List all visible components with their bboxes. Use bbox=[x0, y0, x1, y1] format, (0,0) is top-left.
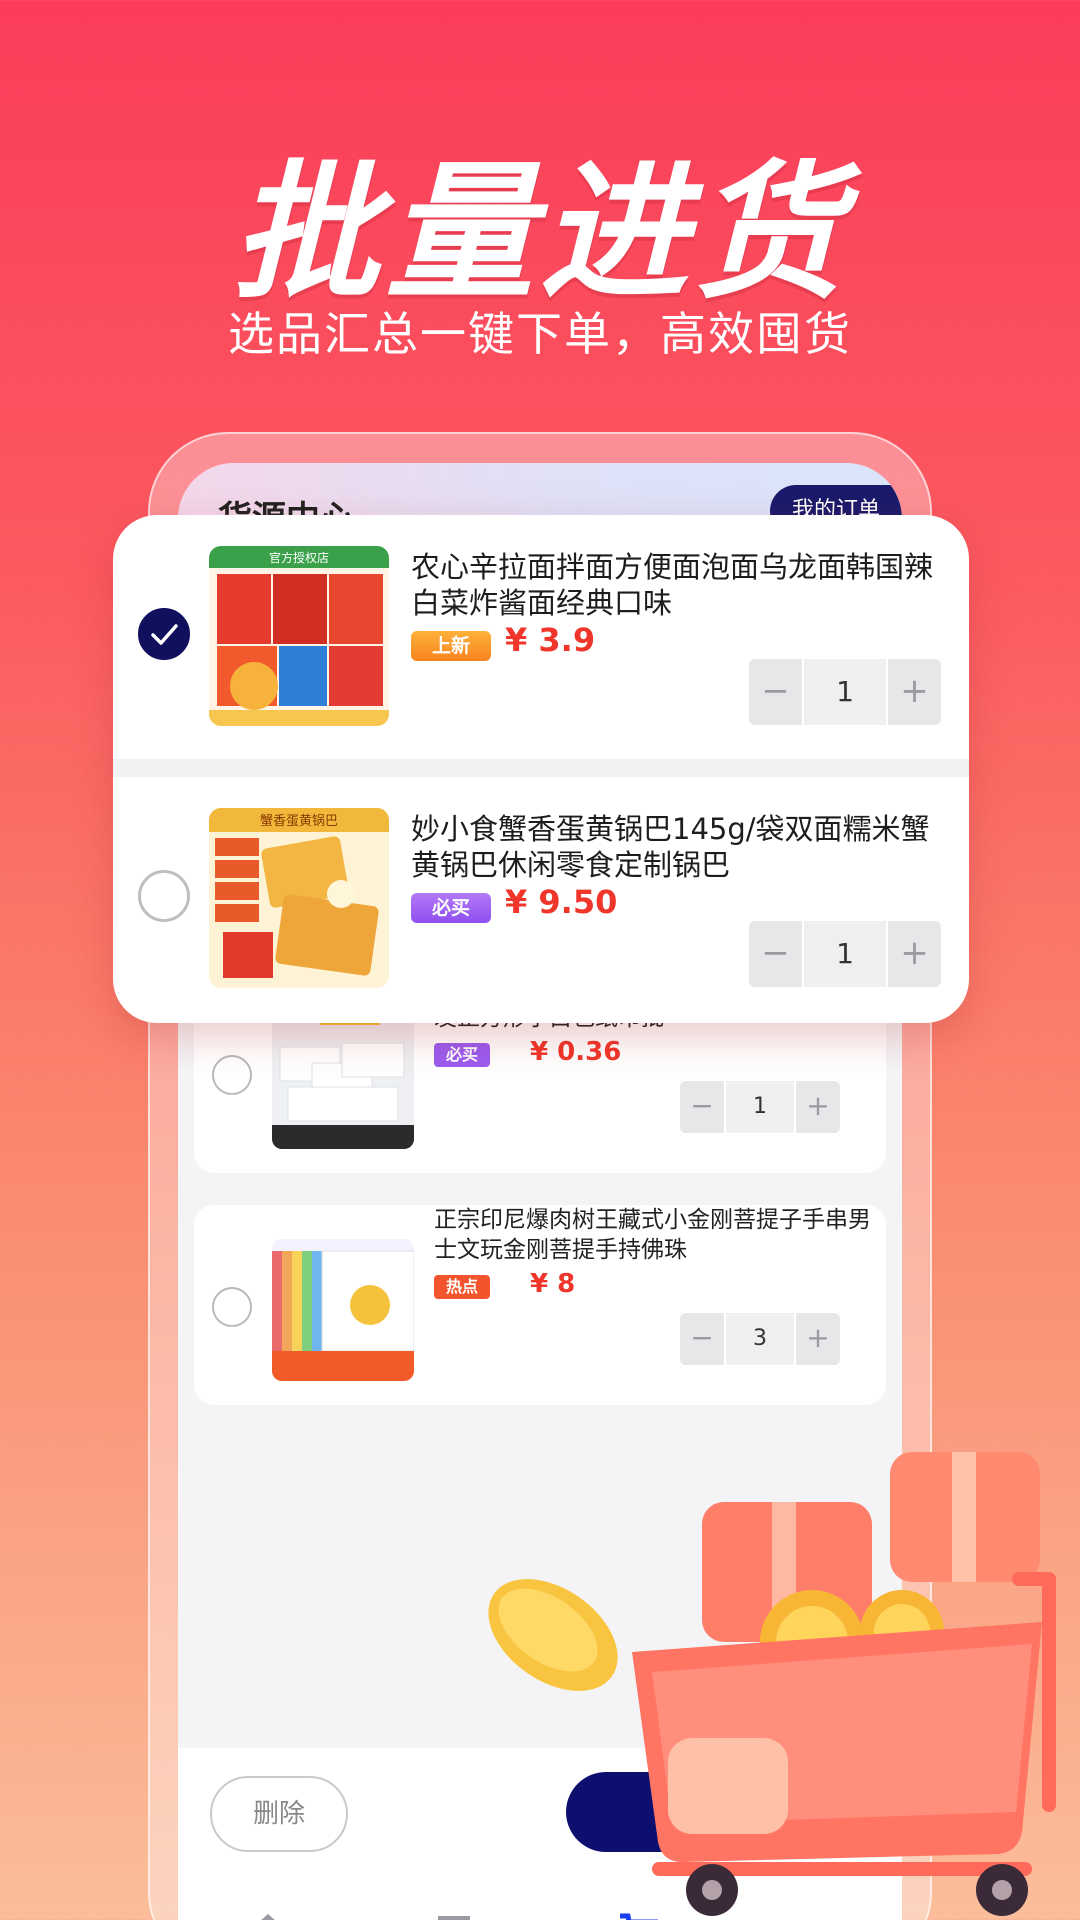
plus-button[interactable]: + bbox=[796, 1081, 840, 1133]
promo-headline: 批量进货 bbox=[232, 147, 848, 319]
cart-item[interactable]: 官方授权店 农心辛拉面拌面方便面泡面乌龙面韩国辣白菜炸酱面经典口味 上新 ¥ 3… bbox=[113, 515, 969, 759]
product-title: 正宗印尼爆肉树王藏式小金刚菩提子手串男士文玩金刚菩提手持佛珠 bbox=[434, 1207, 871, 1263]
quantity-value[interactable]: 1 bbox=[804, 659, 886, 725]
quantity-value[interactable]: 1 bbox=[804, 921, 886, 987]
product-image-tissue[interactable] bbox=[272, 1007, 414, 1149]
guoba-banner-text: 蟹香蛋黄锅巴 bbox=[260, 813, 338, 829]
quantity-value[interactable]: 3 bbox=[726, 1313, 794, 1365]
shopping-cart-gifts-icon bbox=[632, 1452, 1056, 1916]
featured-cart-card: 官方授权店 农心辛拉面拌面方便面泡面乌龙面韩国辣白菜炸酱面经典口味 上新 ¥ 3… bbox=[113, 515, 969, 1023]
tag-badge-must-buy: 必买 bbox=[411, 893, 491, 923]
plus-button[interactable]: + bbox=[796, 1313, 840, 1365]
product-title: 妙小食蟹香蛋黄锅巴145g/袋双面糯米蟹黄锅巴休闲零食定制锅巴 bbox=[411, 812, 930, 882]
select-radio[interactable] bbox=[212, 1287, 252, 1327]
gold-coin-icon bbox=[488, 1579, 618, 1691]
delete-button[interactable]: 删除 bbox=[210, 1776, 348, 1852]
product-price: ¥ 3.9 bbox=[505, 621, 596, 659]
quantity-stepper: − 1 + bbox=[680, 1081, 840, 1133]
product-price: ¥ 8 bbox=[530, 1269, 576, 1299]
home-icon[interactable] bbox=[246, 1910, 290, 1920]
divider bbox=[113, 759, 969, 777]
product-title: 农心辛拉面拌面方便面泡面乌龙面韩国辣白菜炸酱面经典口味 bbox=[411, 550, 934, 620]
product-price: ¥ 0.36 bbox=[530, 1037, 622, 1067]
check-icon bbox=[151, 624, 178, 645]
tag-badge: 热点 bbox=[434, 1275, 491, 1299]
tag-badge: 必买 bbox=[434, 1043, 491, 1067]
list-item[interactable]: 正宗印尼爆肉树王藏式小金刚菩提子手串男士文玩金刚菩提手持佛珠 热点 ¥ 8 − … bbox=[194, 1205, 886, 1405]
select-radio[interactable] bbox=[212, 1055, 252, 1095]
select-radio-checked[interactable] bbox=[138, 608, 190, 660]
minus-button[interactable]: − bbox=[749, 659, 802, 725]
quantity-stepper: − 1 + bbox=[749, 659, 941, 725]
product-image-guoba[interactable]: 蟹香蛋黄锅巴 bbox=[209, 808, 389, 988]
minus-button[interactable]: − bbox=[680, 1081, 724, 1133]
promo-subline: 选品汇总一键下单，高效囤货 bbox=[228, 307, 852, 361]
quantity-value[interactable]: 1 bbox=[726, 1081, 794, 1133]
tag-badge-new: 上新 bbox=[411, 631, 491, 661]
product-image-book[interactable] bbox=[272, 1239, 414, 1381]
quantity-stepper: − 3 + bbox=[680, 1313, 840, 1365]
minus-button[interactable]: − bbox=[749, 921, 802, 987]
cart-item[interactable]: 蟹香蛋黄锅巴 妙小食蟹香蛋黄锅巴145g/袋双面糯米蟹黄锅巴休闲零食定制锅巴 必… bbox=[113, 777, 969, 1021]
select-radio[interactable] bbox=[138, 870, 190, 922]
minus-button[interactable]: − bbox=[680, 1313, 724, 1365]
product-image-noodles[interactable]: 官方授权店 bbox=[209, 546, 389, 726]
category-icon[interactable] bbox=[434, 1910, 474, 1920]
plus-button[interactable]: + bbox=[888, 659, 941, 725]
quantity-stepper: − 1 + bbox=[749, 921, 941, 987]
plus-button[interactable]: + bbox=[888, 921, 941, 987]
product-price: ¥ 9.50 bbox=[505, 883, 618, 921]
noodles-banner-text: 官方授权店 bbox=[269, 550, 329, 565]
